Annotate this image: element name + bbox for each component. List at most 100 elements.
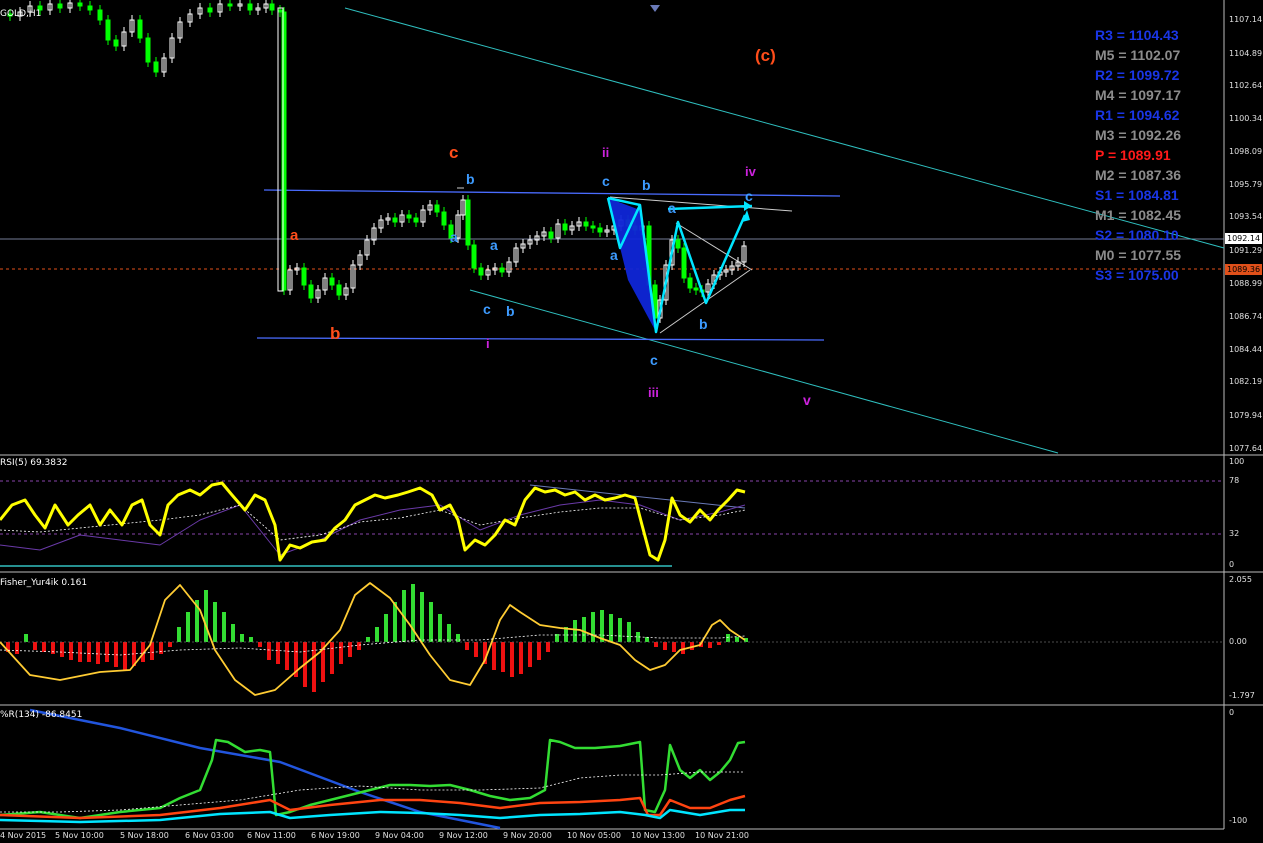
fisher-bar xyxy=(186,612,190,642)
wave-label: a xyxy=(450,229,458,245)
fisher-bar xyxy=(438,614,442,642)
fisher-bar xyxy=(528,642,532,667)
scroll-marker-icon xyxy=(650,5,660,12)
fisher-bar xyxy=(366,637,370,642)
pivot-m5: M5 = 1102.07 xyxy=(1095,47,1181,63)
pattern-arrow xyxy=(667,204,753,211)
fisher-bar xyxy=(96,642,100,664)
candle-body xyxy=(269,3,275,11)
pivot-r3: R3 = 1104.43 xyxy=(1095,27,1179,43)
candle-body xyxy=(87,5,93,11)
fisher-bar xyxy=(348,642,352,657)
candle-body xyxy=(562,223,568,231)
candle-body xyxy=(145,37,151,63)
time-tick: 4 Nov 2015 xyxy=(0,831,47,840)
candle-body xyxy=(441,211,447,226)
fisher-bar xyxy=(33,642,37,650)
price-tick: 1100.34 xyxy=(1229,114,1263,123)
candle-body xyxy=(675,239,681,249)
fisher-bar xyxy=(285,642,289,670)
fisher-tick: -1.797 xyxy=(1229,691,1255,700)
time-tick: 9 Nov 20:00 xyxy=(503,831,552,840)
wave-label: i xyxy=(486,336,490,351)
wave-label: a xyxy=(290,227,299,244)
wave-label: v xyxy=(803,392,811,408)
time-tick: 9 Nov 12:00 xyxy=(439,831,488,840)
fisher-bar xyxy=(465,642,469,650)
price-tick: 1107.14 xyxy=(1229,15,1263,24)
fisher-bar xyxy=(537,642,541,660)
rsi-signal-line xyxy=(0,499,746,556)
fisher-bar xyxy=(447,624,451,642)
price-tick: 1095.79 xyxy=(1229,180,1263,189)
rsi-tick: 32 xyxy=(1229,529,1240,538)
candle-body xyxy=(301,267,307,286)
time-tick: 5 Nov 10:00 xyxy=(55,831,104,840)
wave-label: b xyxy=(506,303,515,319)
pivot-s1: S1 = 1084.81 xyxy=(1095,187,1179,203)
fisher-bar xyxy=(663,642,667,650)
rsi-label: RSI(5) 69.3832 xyxy=(0,458,68,468)
time-tick: 9 Nov 04:00 xyxy=(375,831,424,840)
wpr-tick: -100 xyxy=(1229,816,1248,825)
wpr-tick: 0 xyxy=(1229,708,1235,717)
fisher-line xyxy=(0,582,746,696)
fisher-bar xyxy=(168,642,172,647)
fisher-bar xyxy=(159,642,163,654)
pivot-r2: R2 = 1099.72 xyxy=(1095,67,1180,83)
fisher-bar xyxy=(231,624,235,642)
fisher-bar xyxy=(546,642,550,652)
wave-label: b xyxy=(642,177,651,193)
time-tick: 10 Nov 13:00 xyxy=(631,831,685,840)
candle-body xyxy=(113,39,119,47)
fisher-bar xyxy=(42,642,46,652)
pivot-s3: S3 = 1075.00 xyxy=(1095,267,1179,283)
fisher-bar xyxy=(312,642,316,692)
wave-label: ii xyxy=(602,145,610,160)
fisher-bar xyxy=(204,590,208,642)
wpr-green-line xyxy=(0,738,746,820)
candle-body xyxy=(97,9,103,21)
fisher-bar xyxy=(591,612,595,642)
candle-body xyxy=(207,7,213,13)
wave-label: a xyxy=(610,247,618,263)
channel-upper-line xyxy=(344,7,1225,249)
pane-frames xyxy=(0,0,1263,830)
fisher-bar xyxy=(249,637,253,642)
candle-body xyxy=(137,19,143,39)
rsi-tick: 100 xyxy=(1229,457,1245,466)
candle-body xyxy=(583,221,589,227)
wpr-label: %R(134) -86.8451 xyxy=(0,710,83,720)
price-tick: 1093.54 xyxy=(1229,212,1263,221)
wave-label: c xyxy=(650,352,658,368)
wave-label: a xyxy=(668,200,676,216)
wave-label: (c) xyxy=(755,46,776,65)
fisher-bar xyxy=(69,642,73,660)
pivot-p: P = 1089.91 xyxy=(1095,147,1171,163)
fisher-bar xyxy=(213,602,217,642)
fisher-bar xyxy=(627,622,631,642)
wave-label: b xyxy=(699,316,708,332)
wave-label: iii xyxy=(648,385,659,400)
fisher-bar xyxy=(87,642,91,662)
wave-label: iv xyxy=(745,164,756,179)
candle-body xyxy=(153,61,159,73)
fisher-bar xyxy=(411,584,415,642)
candle-body xyxy=(434,204,440,213)
candle-body xyxy=(247,3,253,11)
chart-canvas[interactable] xyxy=(0,0,1263,843)
wave-label: b xyxy=(466,171,475,187)
fisher-bar xyxy=(123,642,127,670)
fisher-bar xyxy=(519,642,523,674)
resistance-line xyxy=(263,189,841,197)
pivot-s2: S2 = 1080.10 xyxy=(1095,227,1179,243)
pivot-price-tag: 1089.36 xyxy=(1225,264,1262,275)
fisher-bar xyxy=(15,642,19,654)
candle-body xyxy=(277,9,283,13)
fisher-tick: 2.055 xyxy=(1229,575,1252,584)
fisher-bar xyxy=(276,642,280,664)
time-tick: 6 Nov 03:00 xyxy=(185,831,234,840)
price-tick: 1084.44 xyxy=(1229,345,1263,354)
price-tick: 1079.94 xyxy=(1229,411,1263,420)
price-tick: 1088.99 xyxy=(1229,279,1263,288)
